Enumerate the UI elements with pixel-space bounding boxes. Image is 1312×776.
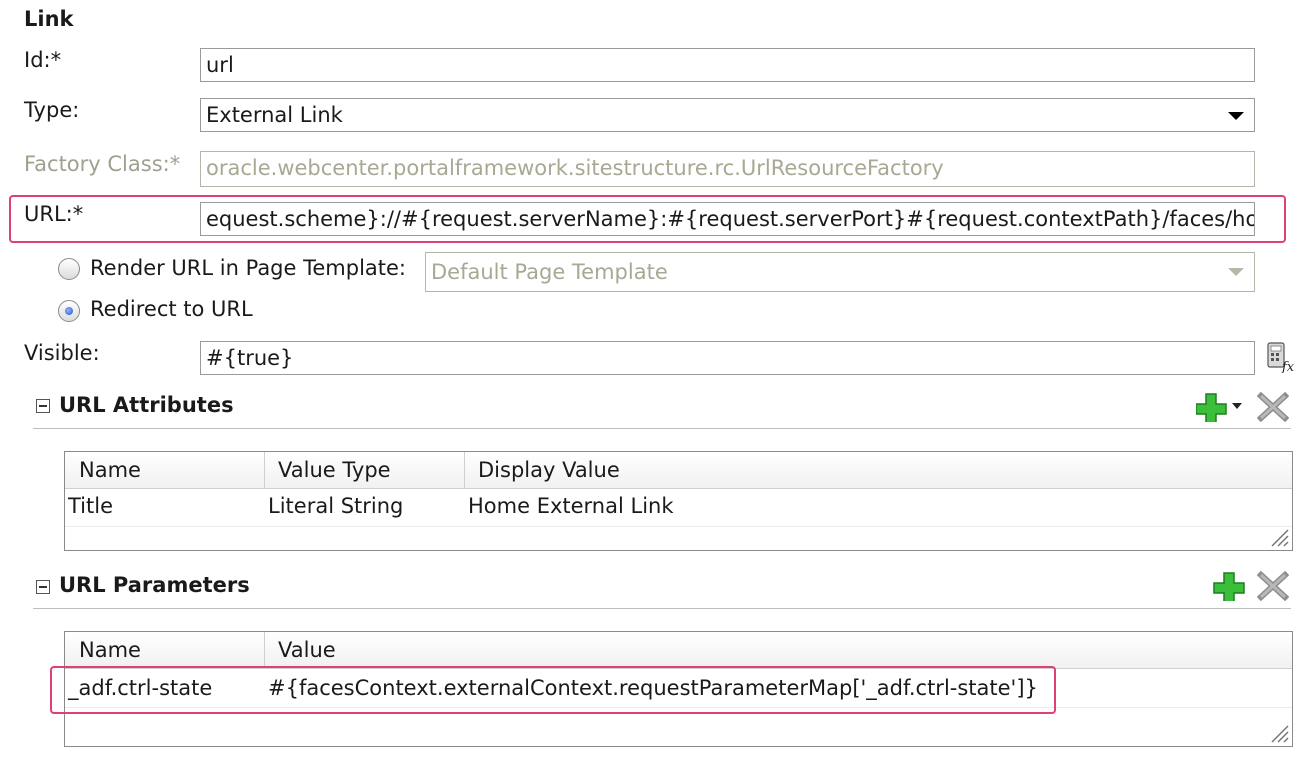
add-attribute-button[interactable] bbox=[1195, 392, 1244, 425]
resize-grip-icon[interactable] bbox=[1268, 722, 1290, 744]
factory-class-label: Factory Class:* bbox=[24, 152, 181, 176]
gray-x-icon bbox=[1256, 391, 1290, 423]
url-parameters-title: URL Parameters bbox=[59, 573, 250, 597]
section-title: Link bbox=[24, 7, 74, 31]
type-label: Type: bbox=[24, 98, 80, 122]
chevron-down-icon bbox=[1228, 268, 1244, 276]
chevron-down-icon[interactable] bbox=[1228, 112, 1244, 120]
column-header-value[interactable]: Value bbox=[278, 638, 336, 662]
row-divider bbox=[65, 526, 1292, 527]
column-header-name[interactable]: Name bbox=[79, 458, 141, 482]
cell-value-type: Literal String bbox=[268, 494, 404, 518]
delete-attribute-button[interactable] bbox=[1256, 391, 1290, 423]
column-separator bbox=[264, 632, 265, 668]
page-template-value: Default Page Template bbox=[431, 260, 668, 284]
column-separator bbox=[264, 452, 265, 488]
visible-field[interactable]: #{true} bbox=[200, 341, 1255, 375]
radio-selected-dot bbox=[65, 307, 73, 315]
expression-builder-icon[interactable]: fx bbox=[1266, 341, 1296, 375]
parameter-highlight-box bbox=[50, 666, 1056, 714]
cell-display-value: Home External Link bbox=[468, 494, 674, 518]
cell-name: Title bbox=[68, 494, 114, 518]
column-header-value-type[interactable]: Value Type bbox=[278, 458, 391, 482]
gray-x-icon bbox=[1256, 570, 1290, 602]
id-label: Id:* bbox=[24, 48, 62, 72]
column-separator bbox=[464, 452, 465, 488]
type-select[interactable]: External Link bbox=[200, 98, 1255, 132]
render-url-radio[interactable] bbox=[58, 258, 80, 280]
render-url-label: Render URL in Page Template: bbox=[90, 256, 407, 280]
table-row[interactable]: Title Literal String Home External Link bbox=[65, 489, 1292, 526]
table-header: Name Value bbox=[65, 632, 1292, 669]
attributes-divider bbox=[33, 428, 1291, 429]
svg-text:fx: fx bbox=[1281, 360, 1295, 373]
table-header: Name Value Type Display Value bbox=[65, 452, 1292, 489]
column-header-name[interactable]: Name bbox=[79, 638, 141, 662]
green-plus-icon bbox=[1213, 572, 1245, 604]
collapse-minus-icon[interactable] bbox=[36, 580, 50, 594]
redirect-url-radio[interactable] bbox=[58, 300, 80, 322]
collapse-minus-icon[interactable] bbox=[36, 399, 50, 413]
factory-class-field: oracle.webcenter.portalframework.sitestr… bbox=[200, 151, 1255, 187]
visible-label: Visible: bbox=[24, 341, 100, 365]
parameters-divider bbox=[33, 608, 1291, 609]
add-parameter-button[interactable] bbox=[1213, 571, 1245, 604]
redirect-url-label: Redirect to URL bbox=[90, 297, 253, 321]
column-header-display-value[interactable]: Display Value bbox=[478, 458, 620, 482]
page-template-select: Default Page Template bbox=[425, 252, 1255, 292]
type-select-value: External Link bbox=[206, 103, 343, 127]
url-field[interactable]: equest.scheme}://#{request.serverName}:#… bbox=[200, 202, 1255, 236]
url-attributes-table: Name Value Type Display Value Title Lite… bbox=[64, 451, 1293, 551]
delete-parameter-button[interactable] bbox=[1256, 570, 1290, 602]
url-attributes-title: URL Attributes bbox=[59, 393, 234, 417]
url-label: URL:* bbox=[24, 202, 84, 226]
resize-grip-icon[interactable] bbox=[1268, 526, 1290, 548]
id-field[interactable]: url bbox=[200, 48, 1255, 82]
green-plus-icon bbox=[1195, 393, 1242, 425]
